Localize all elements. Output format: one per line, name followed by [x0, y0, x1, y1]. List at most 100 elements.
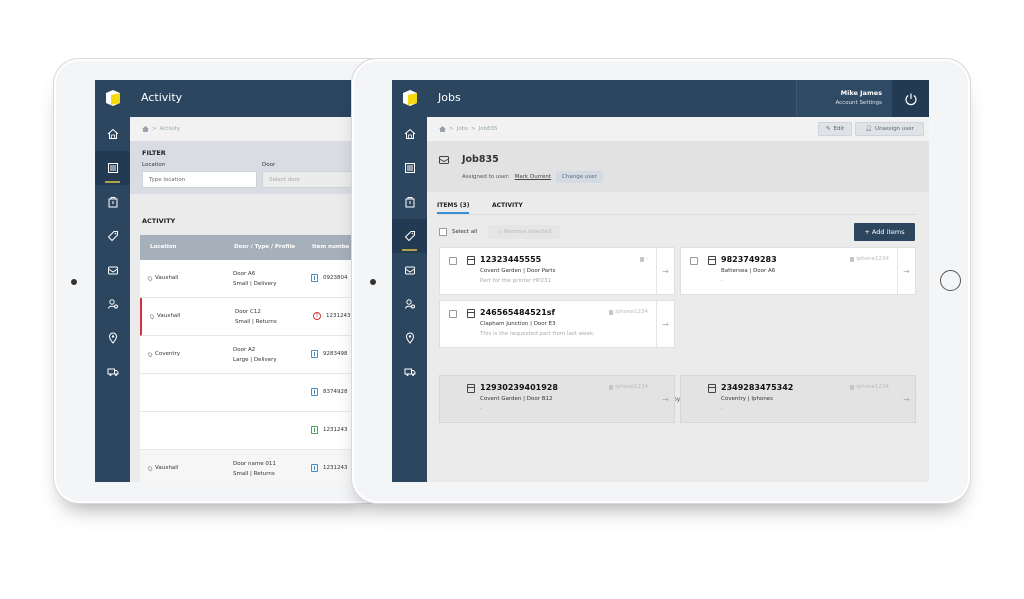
item-location: Battersea | Door A6	[721, 268, 776, 274]
parcel-icon	[708, 384, 716, 393]
assigned-user-line: Assigned to user: Mark Durrent Change us…	[462, 171, 603, 183]
lock-icon	[609, 384, 614, 390]
item-owner: -	[640, 256, 648, 262]
logout-button[interactable]	[892, 80, 929, 117]
inbox-icon	[404, 266, 415, 275]
sidebar	[95, 117, 130, 482]
item-card[interactable]: 12323445555 Covent Garden | Door Parts P…	[439, 247, 675, 295]
item-card[interactable]: 9823749283 Battersea | Door A6 - iphone1…	[680, 247, 916, 295]
item-checkbox[interactable]	[449, 257, 457, 265]
sidebar	[392, 117, 427, 482]
sidebar-item-activity[interactable]	[392, 151, 427, 185]
item-owner: iphone1234	[850, 384, 889, 390]
item-note: -	[721, 278, 723, 284]
location-pin-icon	[146, 464, 154, 472]
column-header-item[interactable]: Item numbe	[312, 244, 349, 250]
inbox-icon	[439, 156, 449, 164]
table-row[interactable]: 1231243	[140, 412, 351, 450]
edit-button[interactable]: ✎ Edit	[818, 122, 852, 136]
delivery-icon	[311, 274, 318, 282]
door-label: Door	[262, 162, 276, 168]
sidebar-item-tags[interactable]	[95, 219, 130, 253]
breadcrumb-separator: >	[152, 126, 157, 132]
row-profile: Large | Delivery	[233, 357, 277, 363]
tab-activity[interactable]: ACTIVITY	[492, 202, 523, 209]
item-checkbox[interactable]	[690, 257, 698, 265]
column-header-location[interactable]: Location	[150, 244, 176, 250]
item-open-arrow[interactable]: →	[897, 376, 915, 422]
select-all-checkbox[interactable]	[439, 228, 447, 236]
main-content: > Activity FILTER Location Type location…	[130, 117, 351, 482]
row-location: Vauxhall	[157, 313, 181, 319]
row-profile: Small | Returns	[233, 471, 275, 477]
item-open-arrow[interactable]: →	[656, 376, 674, 422]
item-owner-label: -	[646, 256, 648, 262]
location-pin-icon	[146, 350, 154, 358]
unassign-user-button[interactable]: 👤︎ Unassign user	[855, 122, 924, 136]
sidebar-item-parcels[interactable]	[95, 185, 130, 219]
breadcrumb-home-icon[interactable]	[439, 126, 446, 132]
inbox-icon	[107, 266, 118, 275]
sidebar-item-users[interactable]	[392, 287, 427, 321]
select-all[interactable]: Select all	[439, 228, 477, 236]
row-door: Door A2	[233, 347, 256, 353]
remove-selected-button[interactable]: ⓧ Remove selected	[488, 225, 560, 239]
breadcrumb-home-icon[interactable]	[142, 126, 149, 132]
truck-icon	[107, 368, 118, 376]
item-number: 2349283475342	[721, 383, 794, 392]
collected-item-card[interactable]: 12930239401928 Covent Garden | Door B12 …	[439, 375, 675, 423]
tab-items[interactable]: ITEMS (3)	[437, 202, 470, 214]
sidebar-item-activity[interactable]	[95, 151, 130, 185]
user-name: Mike James	[840, 89, 882, 97]
table-row[interactable]: Vauxhall Door C12 Small | Returns ! 123124…	[140, 298, 351, 336]
parcel-icon	[108, 197, 117, 208]
add-items-button[interactable]: + Add items	[854, 223, 915, 241]
main-content: > Jobs > Job835 ✎ Edit 👤︎ Unassign user Jo…	[427, 117, 929, 482]
account-settings-link[interactable]: Account Settings	[797, 100, 882, 106]
table-row[interactable]: Coventry Door A2 Large | Delivery 9283498	[140, 336, 351, 374]
sidebar-item-home[interactable]	[392, 117, 427, 151]
parcel-icon	[467, 256, 475, 265]
collected-item-card[interactable]: 2349283475342 Coventry | Iphones - iphon…	[680, 375, 916, 423]
sidebar-item-users[interactable]	[95, 287, 130, 321]
activity-icon	[107, 163, 118, 173]
sidebar-item-delivery[interactable]	[392, 355, 427, 389]
breadcrumb: > Jobs > Job835	[427, 117, 929, 141]
item-card[interactable]: 246565484521sf Clapham Junction | Door E…	[439, 300, 675, 348]
sidebar-item-jobs[interactable]	[392, 219, 427, 253]
item-number: 12930239401928	[480, 383, 558, 392]
change-user-button[interactable]: Change user	[556, 171, 603, 183]
home-icon	[107, 128, 118, 139]
item-open-arrow[interactable]: →	[656, 248, 674, 294]
sidebar-item-locations[interactable]	[392, 321, 427, 355]
sidebar-item-delivery[interactable]	[95, 355, 130, 389]
row-item-number: 1231243	[323, 427, 348, 433]
assigned-user-link[interactable]: Mark Durrent	[515, 174, 551, 180]
column-header-door[interactable]: Door / Type / Profile	[234, 244, 295, 250]
sidebar-item-inbox[interactable]	[392, 253, 427, 287]
sidebar-item-inbox[interactable]	[95, 253, 130, 287]
breadcrumb-jobs[interactable]: Jobs	[457, 126, 468, 132]
location-input[interactable]: Type location	[142, 171, 257, 188]
sidebar-item-locations[interactable]	[95, 321, 130, 355]
sidebar-item-parcels[interactable]	[392, 185, 427, 219]
item-open-arrow[interactable]: →	[656, 301, 674, 347]
item-location: Covent Garden | Door B12	[480, 396, 553, 402]
user-remove-icon: 👤︎	[865, 126, 873, 132]
account-menu[interactable]: Mike James Account Settings	[796, 80, 892, 117]
table-row[interactable]: Vauxhall Door A6 Small | Delivery 0923804	[140, 260, 351, 298]
table-row[interactable]: 8374928	[140, 374, 351, 412]
ipad-camera-left	[71, 279, 77, 285]
sidebar-item-home[interactable]	[95, 117, 130, 151]
breadcrumb-separator: >	[449, 126, 454, 132]
door-select[interactable]: Select door	[262, 171, 351, 188]
item-open-arrow[interactable]: →	[897, 248, 915, 294]
job-header: Job835 Assigned to user: Mark Durrent Ch…	[427, 141, 929, 192]
jobs-screen: Jobs Mike James Account Settings > Jobs …	[392, 80, 929, 482]
lock-icon	[850, 384, 855, 390]
item-checkbox[interactable]	[449, 310, 457, 318]
table-row[interactable]: Vauxhall Door name 011 Small | Returns 12…	[140, 450, 351, 482]
delivery-icon	[311, 464, 318, 472]
location-label: Location	[142, 162, 166, 168]
tabs: ITEMS (3) ACTIVITY	[437, 199, 917, 215]
